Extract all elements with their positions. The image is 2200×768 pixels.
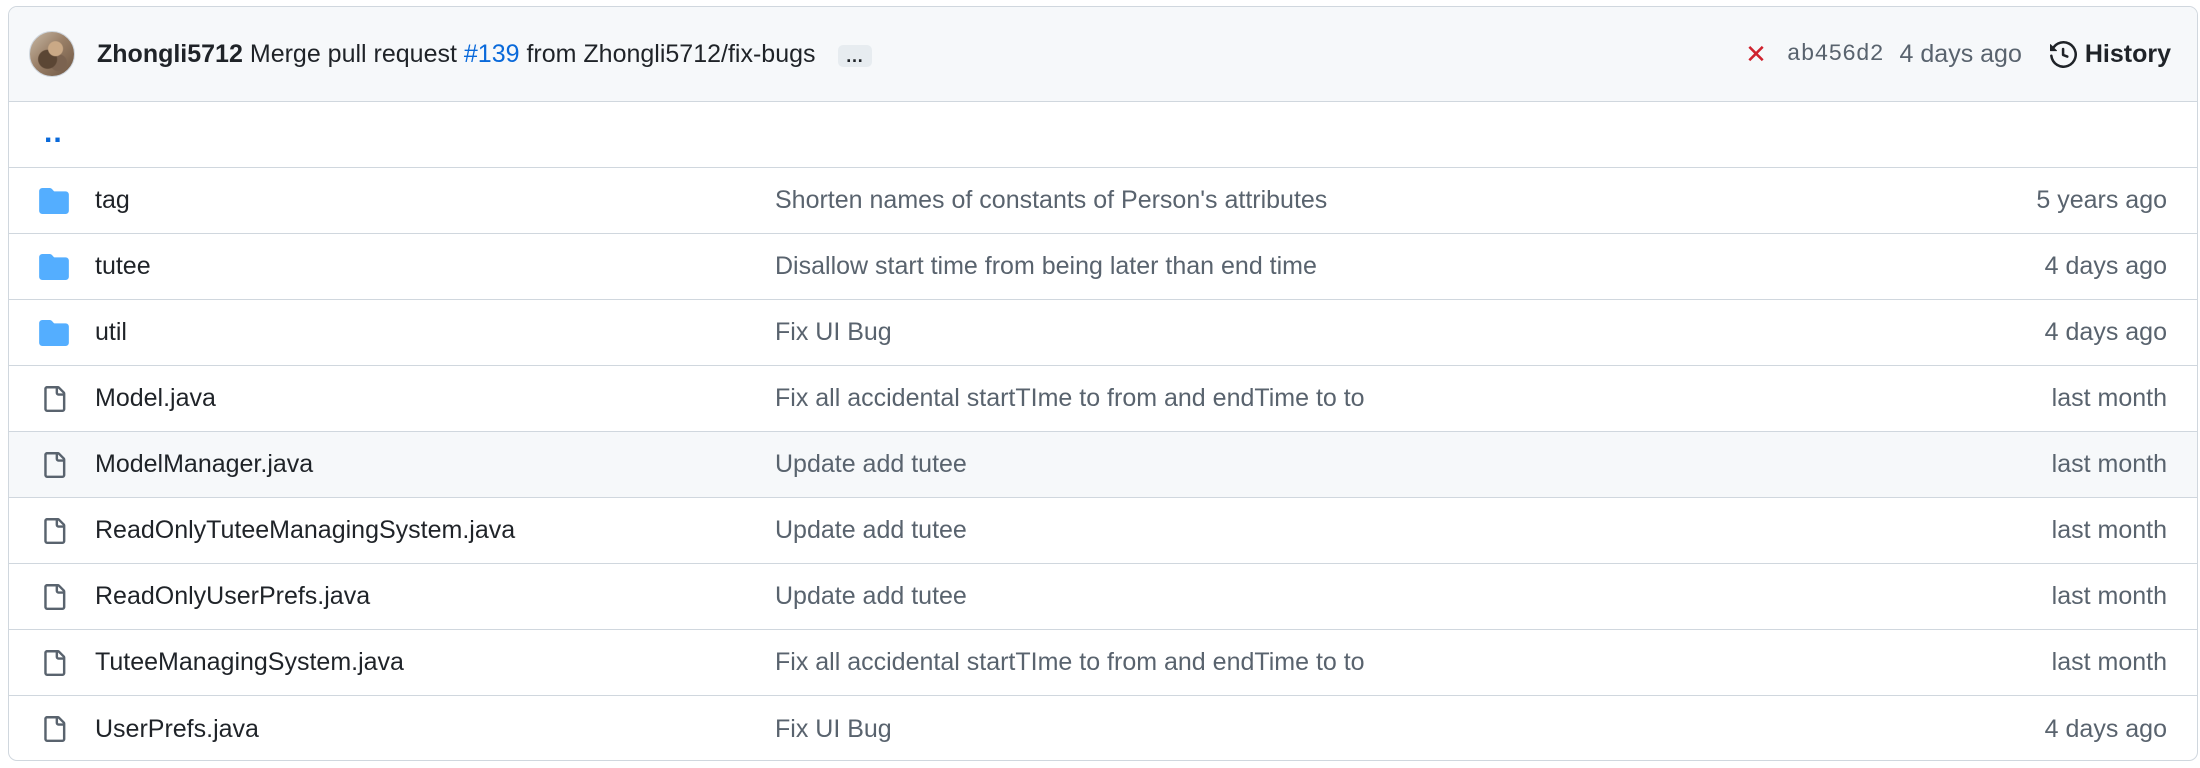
folder-row[interactable]: tag Shorten names of constants of Person'…	[9, 168, 2197, 234]
check-failure-icon[interactable]: ✕	[1745, 39, 1767, 70]
parent-directory-link[interactable]: ..	[44, 116, 63, 150]
parent-directory-row[interactable]: ..	[9, 102, 2197, 168]
folder-icon	[37, 252, 71, 282]
file-icon	[37, 516, 71, 546]
commit-message-link[interactable]: Fix UI Bug	[775, 318, 892, 347]
file-icon	[37, 582, 71, 612]
commit-date: 4 days ago	[2044, 714, 2167, 743]
commit-message-link[interactable]: Update add tutee	[775, 582, 967, 611]
pull-request-link[interactable]: #139	[464, 40, 520, 69]
commit-date: last month	[2051, 648, 2167, 676]
commit-date: last month	[2051, 450, 2167, 478]
file-icon	[37, 648, 71, 678]
file-icon	[37, 384, 71, 414]
file-name-link[interactable]: ReadOnlyUserPrefs.java	[95, 582, 370, 611]
commit-message-link[interactable]: Fix UI Bug	[775, 715, 892, 744]
commit-date: 4 days ago	[2044, 318, 2167, 346]
file-name-link[interactable]: ReadOnlyTuteeManagingSystem.java	[95, 516, 515, 545]
commit-message-link[interactable]: Shorten names of constants of Person's a…	[775, 186, 1327, 215]
author-avatar[interactable]	[29, 31, 75, 77]
commit-date: 5 years ago	[2036, 186, 2167, 214]
file-row[interactable]: TuteeManagingSystem.java Fix all accident…	[9, 630, 2197, 696]
commit-sha-link[interactable]: ab456d2	[1787, 41, 1884, 67]
folder-name-link[interactable]: tag	[95, 186, 130, 215]
commit-date: last month	[2051, 582, 2167, 610]
commit-date: 4 days ago	[2044, 252, 2167, 280]
file-row[interactable]: UserPrefs.java Fix UI Bug 4 days ago	[9, 696, 2197, 760]
commit-date: last month	[2051, 516, 2167, 544]
file-row[interactable]: ModelManager.java Update add tutee last mo…	[9, 432, 2197, 498]
file-browser: Zhongli5712 Merge pull request #139 from…	[8, 6, 2198, 761]
history-button[interactable]: History	[2049, 39, 2171, 69]
folder-name-link[interactable]: tutee	[95, 252, 151, 281]
folder-name-link[interactable]: util	[95, 318, 127, 347]
folder-icon	[37, 186, 71, 216]
file-icon	[37, 450, 71, 480]
file-name-link[interactable]: ModelManager.java	[95, 450, 313, 479]
commit-message-link[interactable]: Merge pull request	[250, 40, 464, 69]
commit-date: last month	[2051, 384, 2167, 412]
commit-message-link[interactable]: Update add tutee	[775, 516, 967, 545]
file-row[interactable]: ReadOnlyTuteeManagingSystem.java Update a…	[9, 498, 2197, 564]
expand-commit-message-button[interactable]: …	[837, 45, 872, 67]
file-name-link[interactable]: Model.java	[95, 384, 216, 413]
file-name-link[interactable]: TuteeManagingSystem.java	[95, 648, 404, 677]
commit-message-link[interactable]: Fix all accidental startTIme to from and…	[775, 648, 1365, 677]
file-icon	[37, 714, 71, 744]
history-label: History	[2084, 39, 2171, 68]
file-row[interactable]: Model.java Fix all accidental startTIme t…	[9, 366, 2197, 432]
commit-time: 4 days ago	[1899, 39, 2022, 68]
commit-message-suffix[interactable]: from Zhongli5712/fix-bugs	[520, 40, 815, 69]
folder-row[interactable]: util Fix UI Bug 4 days ago	[9, 300, 2197, 366]
folder-icon	[37, 318, 71, 348]
file-list: tag Shorten names of constants of Person'…	[9, 168, 2197, 760]
file-name-link[interactable]: UserPrefs.java	[95, 715, 259, 744]
latest-commit-bar: Zhongli5712 Merge pull request #139 from…	[9, 7, 2197, 102]
history-icon	[2049, 40, 2077, 68]
commit-message-link[interactable]: Fix all accidental startTIme to from and…	[775, 384, 1365, 413]
commit-author-link[interactable]: Zhongli5712	[97, 40, 243, 69]
commit-message-link[interactable]: Disallow start time from being later tha…	[775, 252, 1317, 281]
folder-row[interactable]: tutee Disallow start time from being late…	[9, 234, 2197, 300]
file-row[interactable]: ReadOnlyUserPrefs.java Update add tutee la…	[9, 564, 2197, 630]
commit-message-link[interactable]: Update add tutee	[775, 450, 967, 479]
